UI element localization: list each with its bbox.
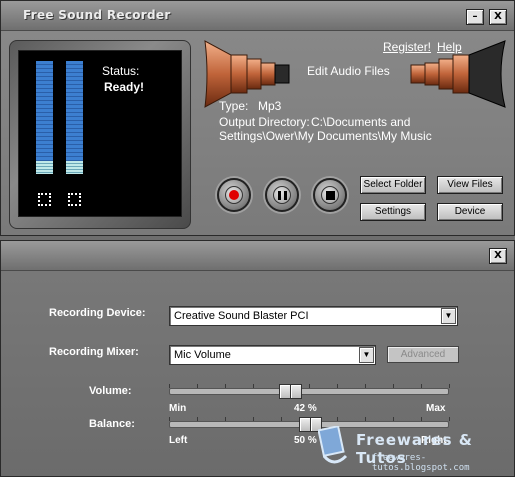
recorder-window: Free Sound Recorder – X Status: Ready! E… <box>0 0 515 236</box>
recording-mixer-label: Recording Mixer: <box>49 346 139 358</box>
recording-mixer-value: Mic Volume <box>174 349 231 361</box>
volume-min-label: Min <box>169 403 187 414</box>
type-label: Type: <box>219 99 249 113</box>
channel-indicator-left <box>38 193 51 206</box>
register-link[interactable]: Register! <box>383 40 431 54</box>
balance-left-label: Left <box>169 435 188 446</box>
select-folder-button[interactable]: Select Folder <box>360 176 426 194</box>
stop-icon <box>321 186 339 204</box>
device-settings-title-bar[interactable]: X <box>1 241 514 271</box>
recording-mixer-select[interactable]: Mic Volume ▼ <box>169 345 376 365</box>
pause-icon <box>273 186 291 204</box>
edit-audio-files-link[interactable]: Edit Audio Files <box>307 64 390 78</box>
watermark-logo-icon <box>318 426 348 464</box>
vu-bar-left <box>36 61 53 174</box>
balance-value: 50 % <box>294 435 317 446</box>
status-label: Status: <box>102 64 140 78</box>
recording-device-value: Creative Sound Blaster PCI <box>174 310 309 322</box>
volume-label: Volume: <box>89 385 132 397</box>
device-settings-close-button[interactable]: X <box>489 248 507 264</box>
volume-max-label: Max <box>426 403 446 414</box>
device-button[interactable]: Device <box>437 203 503 221</box>
record-icon <box>225 186 243 204</box>
chevron-down-icon[interactable]: ▼ <box>359 347 374 363</box>
vu-bar-right <box>66 61 83 174</box>
record-button[interactable] <box>217 178 251 212</box>
output-directory-line2: Settings\Ower\My Documents\My Music <box>219 129 432 143</box>
view-files-button[interactable]: View Files <box>437 176 503 194</box>
settings-button[interactable]: Settings <box>360 203 426 221</box>
help-link[interactable]: Help <box>437 40 462 54</box>
advanced-button[interactable]: Advanced <box>387 346 459 363</box>
vu-meter-display: Status: Ready! <box>18 50 182 217</box>
channel-indicator-right <box>68 193 81 206</box>
pause-button[interactable] <box>265 178 299 212</box>
minimize-button[interactable]: – <box>466 9 484 25</box>
close-button[interactable]: X <box>489 9 507 25</box>
horn-left-icon[interactable] <box>201 37 301 111</box>
volume-slider-thumb-2[interactable] <box>290 384 302 399</box>
output-directory-label: Output Directory: <box>219 115 310 129</box>
balance-label: Balance: <box>89 418 135 430</box>
volume-slider-track[interactable] <box>169 384 451 395</box>
watermark-url: freewares-tutos.blogspot.com <box>372 453 470 473</box>
output-directory-line1: C:\Documents and <box>311 115 411 129</box>
type-value: Mp3 <box>258 99 282 113</box>
recording-device-select[interactable]: Creative Sound Blaster PCI ▼ <box>169 306 458 326</box>
window-title: Free Sound Recorder <box>23 8 171 22</box>
stop-button[interactable] <box>313 178 347 212</box>
volume-value: 42 % <box>294 403 317 414</box>
status-value: Ready! <box>104 80 145 94</box>
title-bar[interactable]: Free Sound Recorder – X <box>1 1 514 31</box>
chevron-down-icon[interactable]: ▼ <box>441 308 456 324</box>
recording-device-label: Recording Device: <box>49 307 146 319</box>
